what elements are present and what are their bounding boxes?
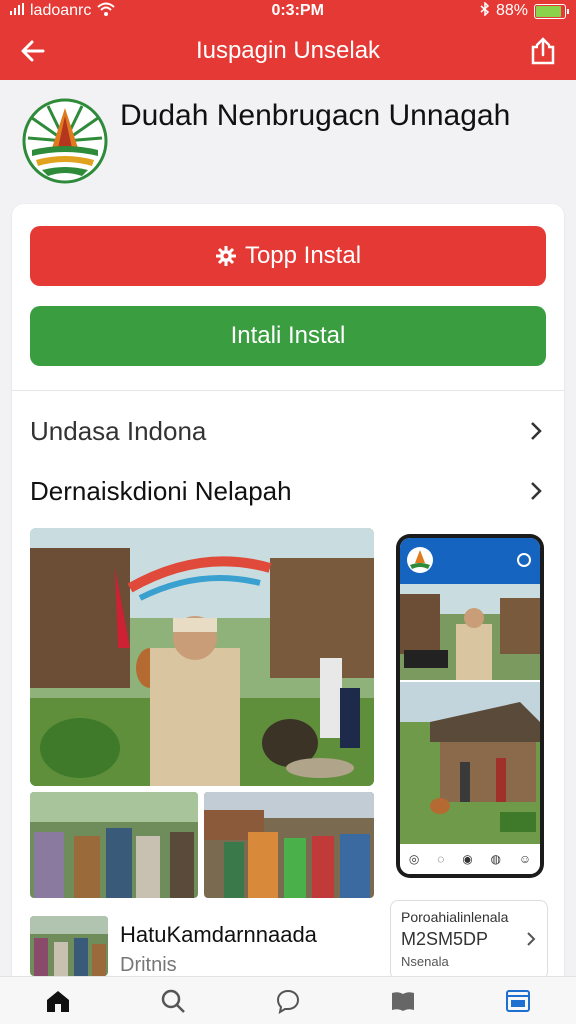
status-time: 0:3:PM: [271, 2, 324, 19]
chevron-right-icon: [527, 932, 536, 946]
book-icon: [392, 991, 415, 1011]
carrier-label: ladoanrc: [30, 2, 92, 19]
phone-dock: ◎ ◌ ◉ ◍ ☺: [400, 844, 540, 874]
battery-icon: [533, 3, 569, 19]
phone-header: [400, 538, 540, 584]
chat-icon: [276, 989, 299, 1014]
app-bar: Iuspagin Unselak: [0, 22, 576, 80]
secondary-install-label: Intali Instal: [230, 322, 346, 349]
screenshot-main[interactable]: [30, 528, 374, 786]
list-row-2[interactable]: Dernaiskdioni Nelapah: [30, 466, 546, 516]
app-name: Dudah Nenbrugacn Unnagah: [120, 99, 511, 132]
info-line-1: Poroahialinlenala: [401, 909, 509, 925]
primary-install-label: Topp Instal: [244, 242, 362, 269]
nav-search[interactable]: [153, 983, 193, 1019]
dock-icon: ◍: [490, 852, 501, 866]
nav-home[interactable]: [38, 983, 78, 1019]
app-detail-card: Topp Instal Intali Instal Undasa Indona …: [12, 204, 564, 1004]
phone-screen: ◎ ◌ ◉ ◍ ☺: [400, 538, 540, 874]
app-logo: [22, 98, 108, 184]
list-row-1[interactable]: Undasa Indona: [30, 406, 546, 456]
info-box[interactable]: Poroahialinlenala M2SM5DP Nsenala: [390, 900, 548, 980]
list-row-1-label: Undasa Indona: [30, 415, 207, 446]
crowd-image: [30, 792, 198, 898]
related-app-title: HatuKamdarnnaada: [120, 922, 317, 947]
nav-chat[interactable]: [268, 983, 308, 1019]
share-icon: [531, 37, 555, 65]
list-row-2-label: Dernaiskdioni Nelapah: [30, 475, 292, 506]
arrow-left-icon: [21, 40, 45, 62]
bluetooth-icon: [480, 0, 490, 21]
primary-install-button[interactable]: Topp Instal: [30, 226, 546, 286]
dock-icon: ◌: [437, 852, 445, 866]
bottom-nav: [0, 976, 576, 1024]
village-market-image: [30, 528, 374, 786]
related-app-subtitle: Dritnis: [120, 954, 177, 976]
nav-apps[interactable]: [498, 983, 538, 1019]
info-line-2: M2SM5DP: [401, 929, 489, 949]
home-icon: [46, 990, 69, 1012]
dock-icon: ◉: [462, 852, 473, 866]
status-bar: ladoanrc 0:3:PM 88%: [0, 0, 576, 22]
dock-icon: ☺: [518, 852, 532, 866]
app-window-icon: [506, 989, 531, 1012]
divider: [12, 390, 564, 391]
battery-fill: [535, 5, 561, 17]
info-line-3: Nsenala: [401, 954, 449, 969]
share-button[interactable]: [526, 34, 560, 68]
village-market-image: [400, 584, 540, 680]
village-house-image: [400, 682, 540, 844]
phone-preview[interactable]: ◎ ◌ ◉ ◍ ☺: [396, 534, 544, 878]
signal-icon: [10, 2, 24, 20]
page-title: Iuspagin Unselak: [195, 37, 381, 64]
app-logo: [407, 547, 433, 573]
gear-icon: [215, 246, 236, 266]
chevron-right-icon: [531, 482, 542, 500]
wifi-icon: [97, 2, 116, 21]
refresh-icon: [517, 553, 531, 567]
crowd-image: [204, 792, 374, 898]
battery-percent: 88%: [495, 2, 528, 19]
search-icon: [161, 989, 185, 1013]
back-button[interactable]: [16, 34, 50, 68]
nav-library[interactable]: [383, 983, 423, 1019]
screenshot-3[interactable]: [204, 792, 374, 898]
dock-icon: ◎: [408, 852, 420, 866]
secondary-install-button[interactable]: Intali Instal: [30, 306, 546, 366]
screenshot-2[interactable]: [30, 792, 198, 898]
chevron-right-icon: [531, 422, 542, 440]
app-header: Dudah Nenbrugacn Unnagah: [0, 80, 576, 202]
related-app-thumbnail: [30, 916, 108, 976]
